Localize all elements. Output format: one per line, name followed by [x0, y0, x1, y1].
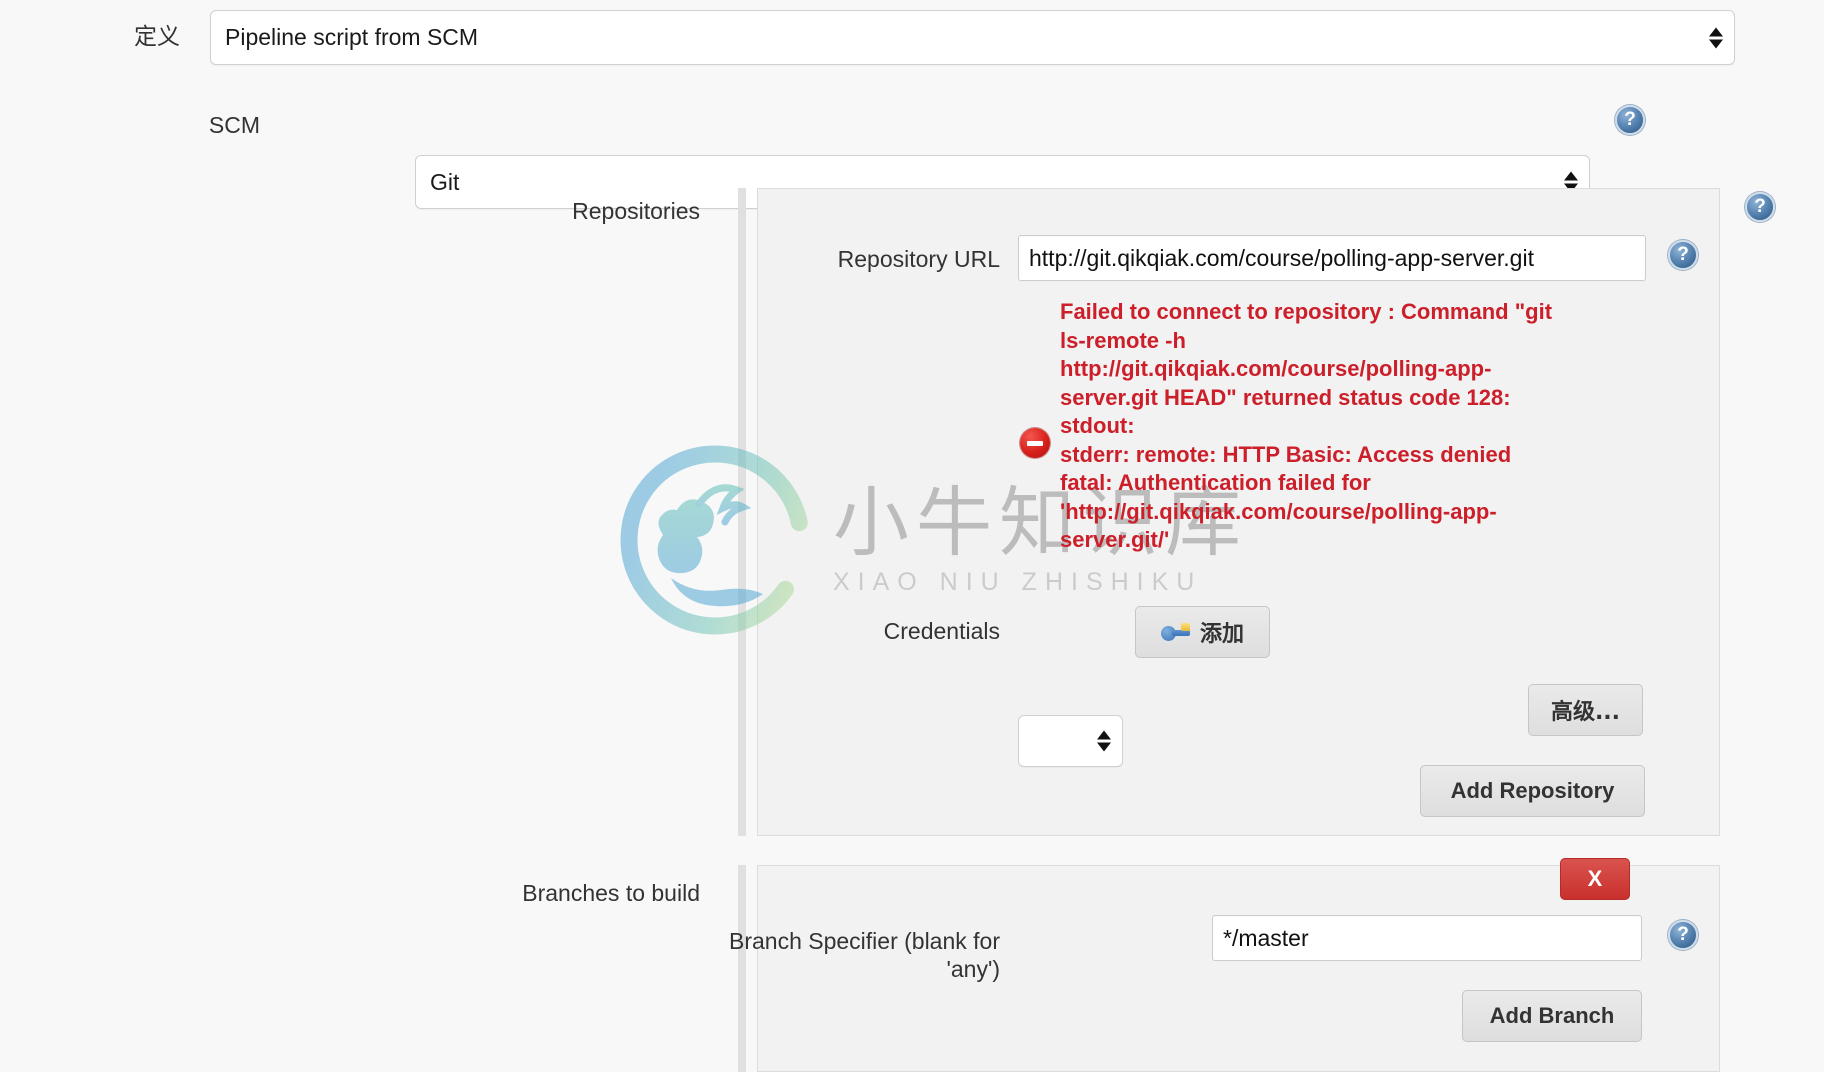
chevron-updown-icon	[1709, 27, 1723, 48]
repository-error-message: Failed to connect to repository : Comman…	[1020, 298, 1570, 555]
error-text: Failed to connect to repository : Comman…	[1060, 298, 1570, 555]
error-line: stdout:	[1060, 413, 1135, 438]
branch-specifier-value: */master	[1223, 924, 1309, 951]
key-icon	[1160, 623, 1191, 641]
repositories-help-icon[interactable]: ?	[1745, 192, 1775, 222]
repositories-label: Repositories	[572, 198, 700, 224]
branch-specifier-input[interactable]: */master	[1212, 915, 1642, 961]
definition-select-value: Pipeline script from SCM	[225, 24, 479, 50]
repositories-divider	[738, 188, 746, 836]
credentials-select[interactable]	[1018, 715, 1123, 767]
add-credentials-label: 添加	[1199, 622, 1244, 647]
error-line: fatal: Authentication failed for 'http:/…	[1060, 470, 1497, 552]
add-branch-button[interactable]: Add Branch	[1462, 990, 1642, 1042]
error-line: Failed to connect to repository : Comman…	[1060, 299, 1559, 410]
scm-help-icon[interactable]: ?	[1615, 105, 1645, 135]
credentials-label: Credentials	[883, 618, 1000, 644]
repository-url-input[interactable]: http://git.qikqiak.com/course/polling-ap…	[1018, 235, 1646, 281]
add-repository-button[interactable]: Add Repository	[1420, 765, 1645, 817]
add-credentials-button[interactable]: 添加	[1135, 606, 1270, 658]
repository-url-label: Repository URL	[837, 246, 1000, 272]
scm-select-value: Git	[430, 168, 460, 195]
definition-row: 定义	[30, 10, 180, 52]
definition-select[interactable]: Pipeline script from SCM	[210, 10, 1735, 65]
advanced-button[interactable]: 高级...	[1528, 684, 1643, 736]
delete-branch-button[interactable]: X	[1560, 858, 1630, 900]
definition-label: 定义	[134, 24, 180, 50]
branch-specifier-help-icon[interactable]: ?	[1668, 920, 1698, 950]
branch-specifier-label: Branch Specifier (blank for 'any')	[728, 928, 1000, 982]
error-line: stderr: remote: HTTP Basic: Access denie…	[1060, 441, 1512, 467]
error-stop-icon	[1020, 428, 1050, 458]
jenkins-pipeline-config-page: 定义 Pipeline script from SCM SCM Git ? Re…	[0, 0, 1824, 1072]
branches-label: Branches to build	[522, 880, 700, 906]
repositories-row: Repositories	[400, 198, 700, 226]
repository-url-help-icon[interactable]: ?	[1668, 240, 1698, 270]
chevron-updown-icon	[1097, 730, 1111, 752]
scm-label: SCM	[208, 112, 260, 138]
repository-url-value: http://git.qikqiak.com/course/polling-ap…	[1029, 244, 1534, 271]
scm-row: SCM	[150, 112, 260, 140]
